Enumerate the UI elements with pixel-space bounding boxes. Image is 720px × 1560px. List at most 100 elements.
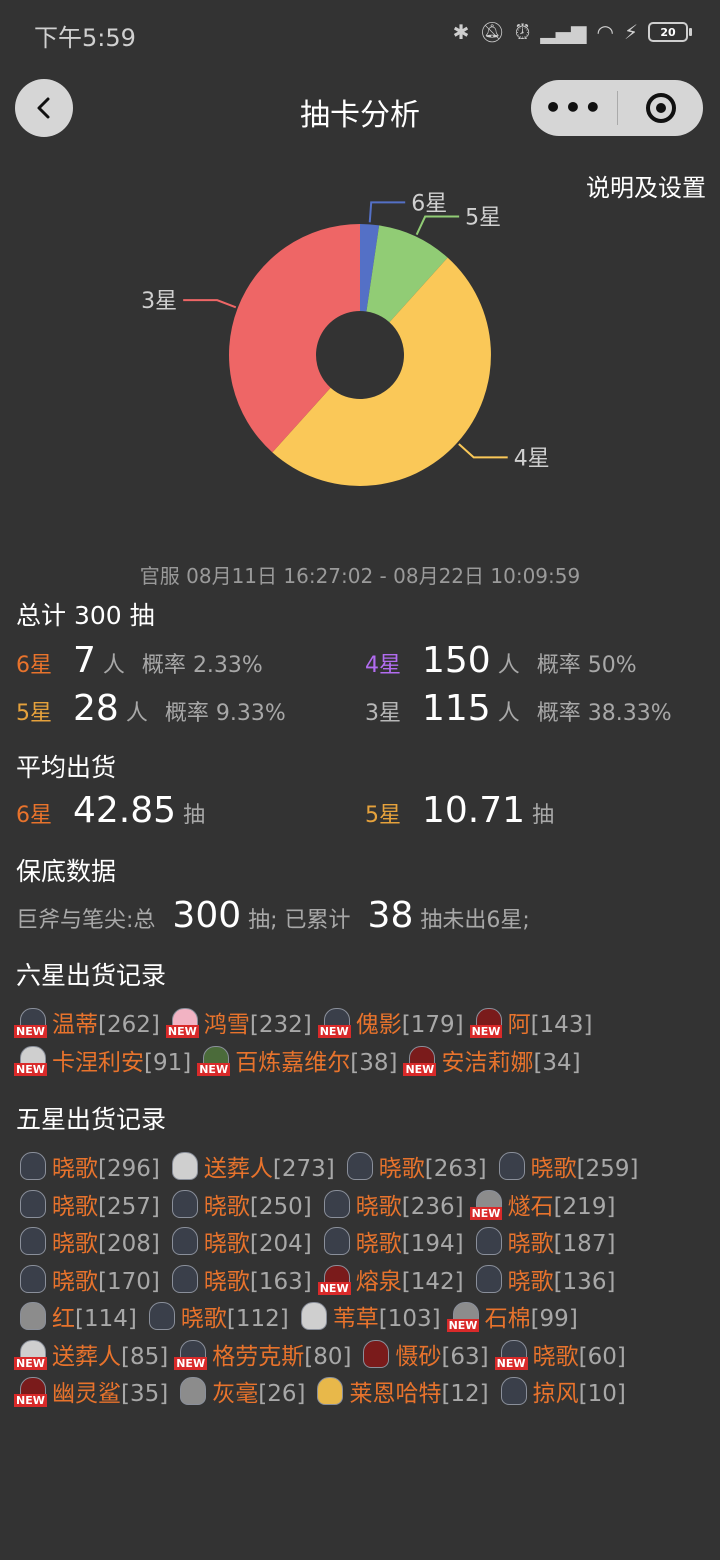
six-star-records-title: 六星出货记录	[16, 961, 167, 990]
operator-avatar-icon	[495, 1375, 531, 1407]
pity-total: 300	[172, 895, 242, 936]
operator-avatar-icon: NEW	[446, 1300, 483, 1332]
status-bar: 下午5:59 ✱ 🔕︎ ⏰︎ ▂▄▆ ◠ ⚡︎ 20	[0, 0, 720, 70]
operator-name: 晓歌	[530, 1156, 577, 1182]
pull-count: [296]	[98, 1156, 160, 1182]
record-item: NEW 阿[143]	[469, 1006, 593, 1044]
label-leader-line	[458, 443, 508, 459]
record-item: 晓歌[136]	[470, 1263, 615, 1301]
new-badge: NEW	[14, 1356, 47, 1370]
record-item: NEW 幽灵鲨[35]	[14, 1375, 168, 1413]
pity-title: 保底数据	[16, 857, 117, 886]
pull-count: [262]	[98, 1012, 160, 1038]
record-item: 晓歌[187]	[470, 1225, 615, 1263]
operator-avatar-icon: NEW	[14, 1338, 50, 1370]
operator-name: 百炼嘉维尔	[235, 1049, 351, 1076]
pull-count: [34]	[533, 1049, 581, 1076]
three-star-prob: 38.33%	[587, 701, 672, 726]
record-item: 晓歌[259]	[493, 1150, 639, 1188]
operator-name: 格劳克斯	[212, 1343, 305, 1370]
operator-name: 温蒂	[52, 1012, 98, 1038]
operator-name: 安洁莉娜	[441, 1049, 534, 1076]
operator-avatar-icon	[318, 1188, 354, 1220]
nav-bar: 抽卡分析 •••	[0, 78, 720, 138]
operator-name: 熔泉	[355, 1268, 402, 1295]
five-star-count: 28	[73, 688, 119, 729]
four-star-label: 4星	[365, 653, 401, 678]
operator-avatar-icon: NEW	[14, 1044, 50, 1076]
four-star-count: 150	[422, 640, 491, 681]
new-badge: NEW	[317, 1025, 351, 1038]
more-menu-button[interactable]: •••	[531, 80, 617, 136]
pull-count: [38]	[350, 1049, 398, 1076]
pull-count: [10]	[578, 1381, 626, 1407]
pull-count: [60]	[578, 1343, 626, 1370]
operator-avatar-icon	[143, 1300, 179, 1332]
pull-count: [263]	[424, 1156, 487, 1182]
pull-count: [194]	[401, 1231, 464, 1257]
operator-avatar-icon	[174, 1375, 210, 1407]
new-badge: NEW	[14, 1394, 47, 1407]
close-miniprogram-button[interactable]	[618, 91, 703, 125]
status-time: 下午5:59	[34, 24, 136, 52]
pull-count: [143]	[530, 1012, 593, 1038]
record-item: 晓歌[257]	[14, 1188, 160, 1226]
operator-name: 掠风	[532, 1381, 579, 1407]
operator-name: 晓歌	[355, 1193, 402, 1220]
pull-count: [219]	[553, 1193, 616, 1220]
pull-count: [236]	[401, 1193, 464, 1220]
six-star-summary: 6星 7 人 概率 2.33%	[16, 640, 263, 681]
record-item: 苇草[103]	[295, 1300, 441, 1338]
operator-avatar-icon	[493, 1150, 529, 1182]
operator-name: 晓歌	[507, 1231, 554, 1257]
pull-count: [259]	[576, 1156, 639, 1182]
pull-count: [257]	[98, 1193, 160, 1220]
operator-name: 晓歌	[52, 1231, 98, 1257]
six-star-average-value: 42.85	[73, 790, 177, 831]
operator-avatar-icon	[14, 1225, 50, 1257]
pull-count: [12]	[441, 1381, 489, 1407]
pull-count: [179]	[401, 1012, 464, 1038]
pull-count: [114]	[75, 1306, 137, 1332]
operator-name: 送葬人	[52, 1343, 121, 1370]
operator-avatar-icon	[357, 1338, 393, 1370]
pie-label: 3星	[141, 289, 177, 314]
operator-name: 晓歌	[355, 1231, 402, 1257]
average-title: 平均出货	[16, 753, 117, 782]
operator-avatar-icon	[341, 1150, 377, 1182]
bluetooth-icon: ✱	[452, 20, 470, 44]
four-star-summary: 4星 150 人 概率 50%	[365, 640, 637, 681]
pity-row: 巨斧与笔尖:总 300 抽; 已累计 38 抽未出6星;	[16, 895, 530, 936]
pull-count: [91]	[144, 1049, 192, 1076]
five-star-label: 5星	[16, 701, 52, 726]
six-star-records-list: NEW 温蒂[262] NEW 鸿雪[232] NEW 傀影[179] NEW 阿[143] N…	[14, 1006, 654, 1081]
operator-avatar-icon: NEW	[469, 1006, 506, 1038]
operator-avatar-icon	[14, 1150, 50, 1182]
new-badge: NEW	[197, 1062, 231, 1076]
operator-name: 慑砂	[395, 1343, 442, 1370]
label-leader-line	[415, 215, 460, 236]
pull-count: [85]	[121, 1343, 169, 1370]
record-item: NEW 熔泉[142]	[317, 1263, 464, 1301]
operator-name: 鸿雪	[203, 1012, 250, 1038]
wifi-icon: ◠	[596, 20, 614, 44]
operator-avatar-icon: NEW	[14, 1006, 50, 1038]
mute-bell-icon: 🔕︎	[479, 20, 505, 44]
operator-name: 晓歌	[203, 1231, 250, 1257]
four-star-prob: 50%	[587, 653, 637, 678]
operator-name: 晓歌	[52, 1193, 98, 1220]
operator-avatar-icon: NEW	[403, 1044, 439, 1076]
status-icons: ✱ 🔕︎ ⏰︎ ▂▄▆ ◠ ⚡︎ 20	[453, 20, 692, 44]
five-star-records-list: 晓歌[296] 送葬人[273] 晓歌[263] 晓歌[259] 晓歌[257] 晓歌[2…	[14, 1150, 710, 1413]
record-item: NEW 安洁莉娜[34]	[403, 1044, 581, 1082]
operator-avatar-icon	[318, 1225, 354, 1257]
operator-avatar-icon: NEW	[174, 1338, 210, 1370]
five-star-summary: 5星 28 人 概率 9.33%	[16, 688, 286, 729]
new-badge: NEW	[317, 1281, 351, 1295]
record-item: NEW 石棉[99]	[446, 1300, 578, 1338]
five-star-prob: 9.33%	[215, 701, 286, 726]
pull-count: [35]	[121, 1381, 169, 1407]
operator-avatar-icon: NEW	[317, 1006, 354, 1038]
pull-count: [273]	[272, 1156, 335, 1182]
operator-avatar-icon	[14, 1188, 50, 1220]
